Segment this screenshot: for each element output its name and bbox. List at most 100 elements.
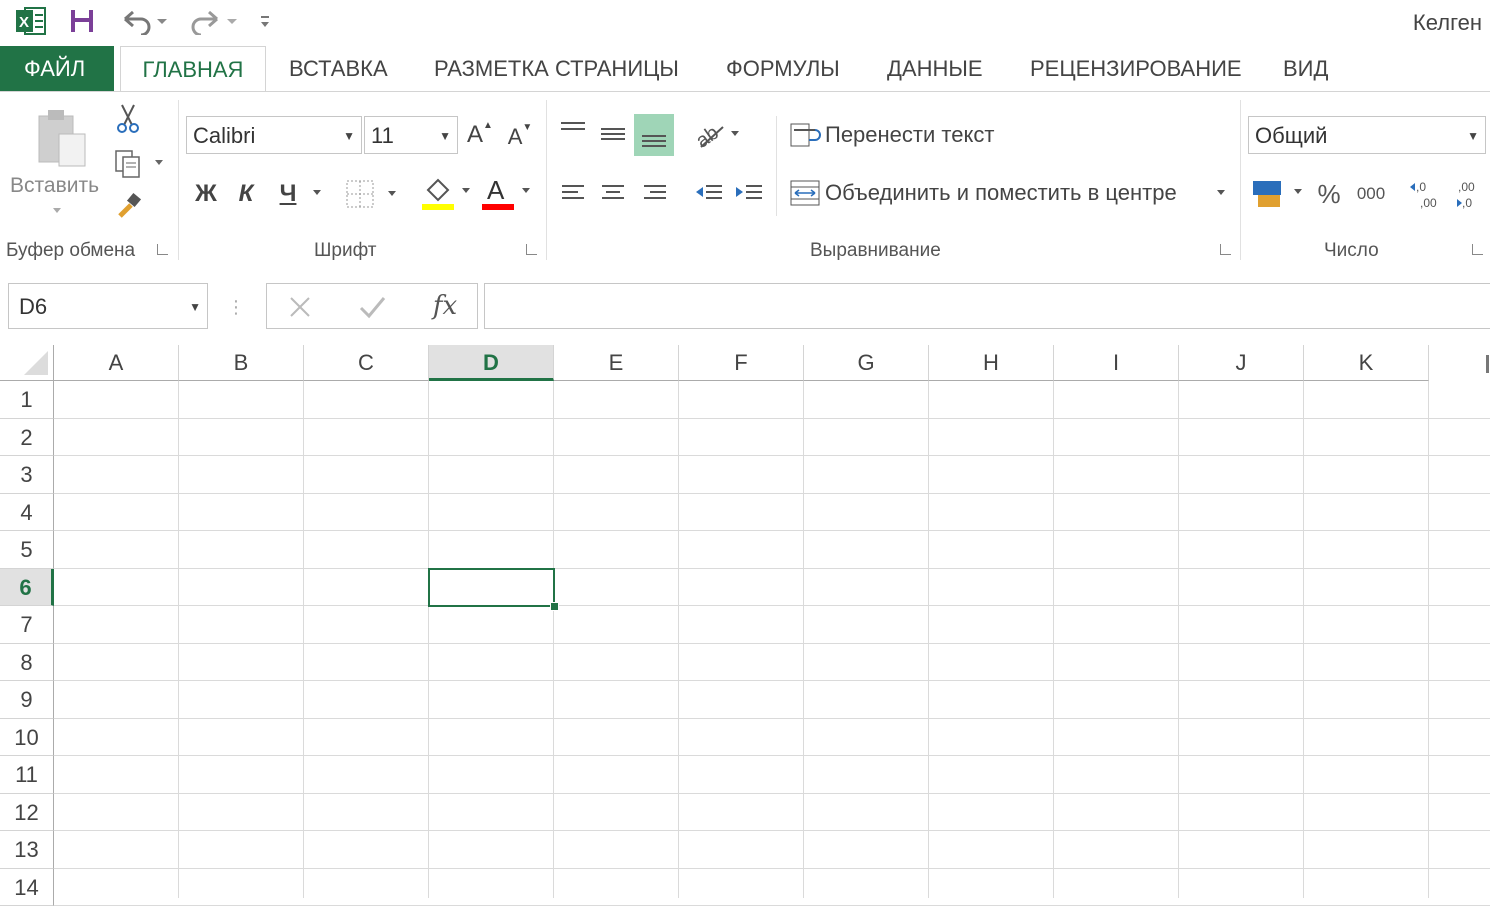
excel-logo-icon[interactable]: X [14,6,48,36]
chevron-down-icon[interactable]: ▼ [343,117,355,155]
accounting-format-icon[interactable] [1250,176,1306,212]
row-header[interactable]: 4 [0,494,54,532]
merge-center-icon[interactable] [788,176,822,210]
row-header[interactable]: 12 [0,794,54,832]
merge-center-button[interactable]: Объединить и поместить в центре [825,180,1177,206]
redo-icon[interactable] [188,6,240,36]
tab-data[interactable]: ДАННЫЕ [887,46,983,92]
row-header[interactable]: 2 [0,419,54,457]
copy-icon[interactable] [112,146,168,180]
chevron-down-icon[interactable]: ▼ [189,284,201,330]
row-header[interactable]: 1 [0,381,54,419]
column-header[interactable]: D [429,345,554,381]
alignment-launcher-icon[interactable] [1220,244,1231,255]
gridline-vertical [803,381,804,898]
tab-view[interactable]: ВИД [1283,46,1328,92]
row-header[interactable]: 10 [0,719,54,757]
select-all-button[interactable] [0,345,54,381]
paste-button-label[interactable]: Вставить [10,174,99,198]
tab-insert[interactable]: ВСТАВКА [289,46,388,92]
fill-handle[interactable] [550,602,559,611]
tab-formulas[interactable]: ФОРМУЛЫ [726,46,840,92]
column-header[interactable]: B [179,345,304,381]
underline-button[interactable]: Ч [272,176,304,212]
column-header[interactable]: C [304,345,429,381]
align-left-icon[interactable] [556,176,590,210]
italic-button[interactable]: К [230,176,262,212]
align-bottom-icon[interactable] [634,114,674,156]
wrap-text-icon[interactable] [788,118,822,152]
decrease-decimal-icon[interactable]: ,00,0 [1450,176,1486,212]
selected-cell[interactable] [428,568,555,608]
column-header[interactable]: J [1179,345,1304,381]
grow-font-button[interactable]: A▲ [466,118,494,152]
title-bar: X Келген [0,0,1490,46]
more-options-icon[interactable]: ⋮ [226,292,246,322]
increase-decimal-icon[interactable]: ,0,00 [1408,176,1444,212]
user-name[interactable]: Келген [1413,10,1482,36]
cancel-icon[interactable] [283,290,317,324]
insert-function-button[interactable]: fx [425,288,465,324]
column-header[interactable]: G [804,345,929,381]
shrink-font-button[interactable]: A▼ [506,120,534,154]
font-size-combo[interactable]: 11 ▼ [364,116,458,154]
bold-button[interactable]: Ж [190,176,222,212]
wrap-text-button[interactable]: Перенести текст [825,122,994,148]
align-center-icon[interactable] [596,176,630,210]
row-header[interactable]: 5 [0,531,54,569]
tab-page-layout[interactable]: РАЗМЕТКА СТРАНИЦЫ [434,46,679,92]
decrease-indent-icon[interactable] [692,176,726,210]
tab-file[interactable]: ФАЙЛ [0,46,114,92]
tab-review[interactable]: РЕЦЕНЗИРОВАНИЕ [1030,46,1242,92]
formula-input[interactable] [484,283,1490,329]
row-header[interactable]: 6 [0,569,54,607]
merge-dropdown-icon[interactable] [1212,184,1230,202]
font-launcher-icon[interactable] [526,244,537,255]
chevron-down-icon[interactable]: ▼ [439,117,451,155]
underline-dropdown-icon[interactable] [308,184,326,202]
row-header[interactable]: 9 [0,681,54,719]
paste-dropdown-icon[interactable] [50,204,64,218]
gridline-vertical [1178,381,1179,898]
gridline-horizontal [54,643,1490,644]
svg-text:ab: ab [693,122,723,151]
row-header[interactable]: 3 [0,456,54,494]
percent-button[interactable]: % [1312,176,1346,212]
undo-icon[interactable] [118,6,170,36]
format-painter-icon[interactable] [112,190,146,222]
paste-icon[interactable] [28,102,94,176]
row-header[interactable]: 11 [0,756,54,794]
column-header[interactable]: H [929,345,1054,381]
align-middle-icon[interactable] [596,114,630,154]
number-format-combo[interactable]: Общий ▼ [1248,116,1486,154]
tab-home[interactable]: ГЛАВНАЯ [120,46,266,93]
row-header[interactable]: 8 [0,644,54,682]
gridline-horizontal [54,830,1490,831]
thousands-separator-button[interactable]: 000 [1352,176,1390,212]
column-header[interactable]: A [54,345,179,381]
column-header[interactable]: I [1054,345,1179,381]
fill-color-button[interactable] [420,174,476,214]
customize-qat-icon[interactable] [256,6,274,36]
name-box[interactable]: D6 ▼ [8,283,208,329]
number-launcher-icon[interactable] [1472,244,1483,255]
borders-button[interactable] [344,176,402,212]
increase-indent-icon[interactable] [732,176,766,210]
clipboard-launcher-icon[interactable] [157,244,168,255]
cut-icon[interactable] [112,102,144,136]
enter-check-icon[interactable] [355,290,389,324]
row-header[interactable]: 13 [0,831,54,869]
row-header[interactable]: 14 [0,869,54,906]
chevron-down-icon[interactable]: ▼ [1467,117,1479,155]
orientation-icon[interactable]: ab [692,116,744,152]
save-icon[interactable] [66,6,98,36]
column-header[interactable]: F [679,345,804,381]
font-color-button[interactable]: A [480,174,536,214]
column-header[interactable]: K [1304,345,1429,381]
column-header[interactable]: E [554,345,679,381]
align-right-icon[interactable] [638,176,672,210]
gridline-horizontal [54,530,1490,531]
row-header[interactable]: 7 [0,606,54,644]
align-top-icon[interactable] [556,114,590,150]
font-name-combo[interactable]: Calibri ▼ [186,116,362,154]
